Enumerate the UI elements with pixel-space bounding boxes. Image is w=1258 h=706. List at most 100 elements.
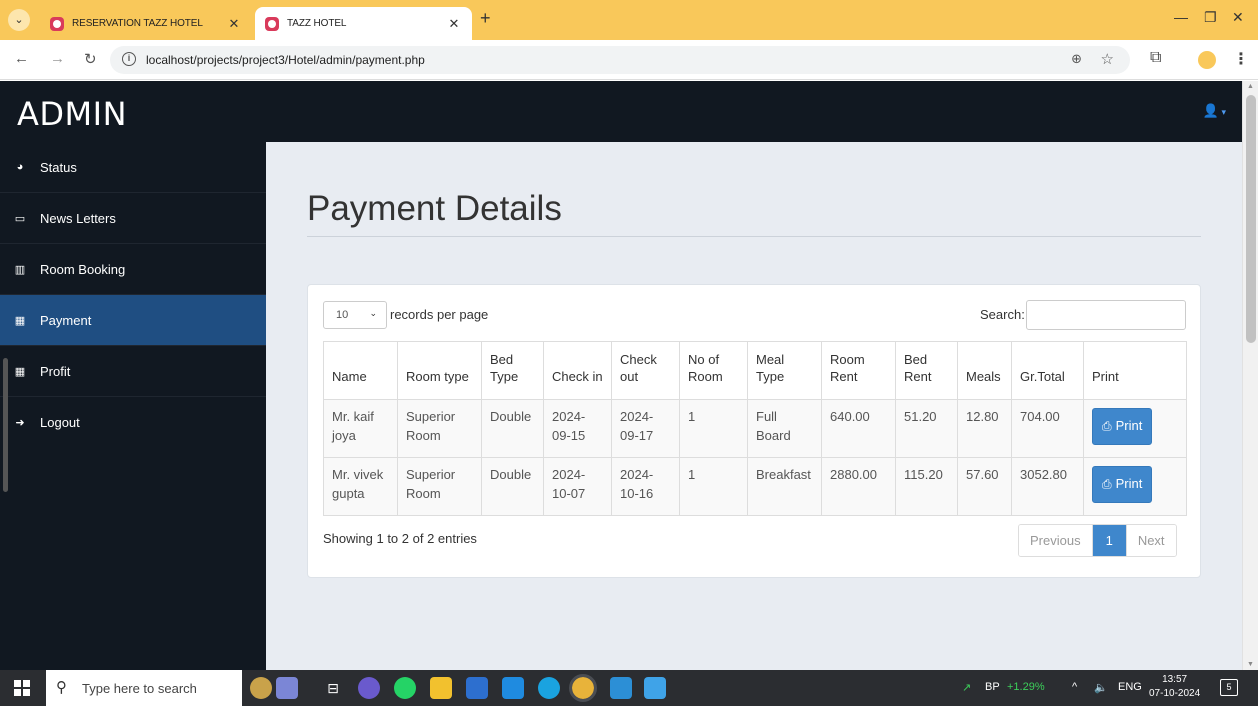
notification-icon[interactable]: 5 [1220,679,1238,696]
close-icon[interactable]: ✕ [226,16,242,32]
cell-check-in: 2024-10-07 [543,457,612,516]
cell-check-in: 2024-09-15 [543,399,612,458]
column-header[interactable]: Meals [957,341,1012,400]
app-icon[interactable] [276,677,298,699]
sidebar-item-room-booking[interactable]: ▥ Room Booking [0,244,266,295]
printer-icon: ⎙ [1102,418,1112,433]
windows-start-icon[interactable] [14,680,30,696]
tab-reservation[interactable]: RESERVATION TAZZ HOTEL ✕ [40,7,252,40]
records-per-page-select[interactable]: 10 ⌄ [323,301,387,329]
user-icon: 👤 [1202,103,1219,118]
brand-title[interactable]: ADMIN [17,95,127,133]
pagination-previous[interactable]: Previous [1019,525,1092,556]
column-header[interactable]: Name [323,341,398,400]
language-indicator[interactable]: ENG [1118,681,1142,693]
column-header[interactable]: Bed Rent [895,341,958,400]
address-bar: ← → ↻ i localhost/projects/project3/Hote… [0,40,1258,80]
sidebar-item-profit[interactable]: ▦ Profit [0,346,266,397]
column-header[interactable]: Bed Type [481,341,544,400]
column-header[interactable]: Check out [611,341,680,400]
cell-print: ⎙ Print [1083,399,1187,458]
sidebar-item-label: Profit [40,363,71,379]
sidebar-resize-handle[interactable] [3,358,8,492]
column-header[interactable]: Room Rent [821,341,896,400]
mail-icon[interactable] [502,677,524,699]
column-header[interactable]: Print [1083,341,1187,400]
cell-check-out: 2024-09-17 [611,399,680,458]
vscode-icon[interactable] [610,677,632,699]
column-header[interactable]: No of Room [679,341,748,400]
edge-icon[interactable] [538,677,560,699]
chrome-icon[interactable] [569,674,597,702]
admin-header: ADMIN 👤 ▾ [0,81,1242,142]
scroll-up-icon[interactable]: ▲ [1247,83,1254,90]
column-header[interactable]: Meal Type [747,341,822,400]
back-icon[interactable]: ← [14,50,29,67]
pagination-next[interactable]: Next [1125,525,1176,556]
whatsapp-icon[interactable] [394,677,416,699]
grid-icon: ▦ [14,314,26,327]
records-per-page-value: 10 [336,309,349,321]
column-header[interactable]: Room type [397,341,482,400]
profile-avatar-icon[interactable] [1198,51,1216,69]
reload-icon[interactable]: ↻ [84,50,97,68]
copilot-icon[interactable] [358,677,380,699]
bar-chart-icon: ▥ [14,263,26,276]
user-menu[interactable]: 👤 ▾ [1203,103,1226,119]
cell-print: ⎙ Print [1083,457,1187,516]
table-row: Mr. kaif joya Superior Room Double 2024-… [323,399,1187,458]
minimize-icon[interactable]: — [1174,9,1188,25]
widget-icon[interactable] [250,677,272,699]
store-icon[interactable] [466,677,488,699]
file-explorer-icon[interactable] [430,677,452,699]
more-menu-icon[interactable]: ⋮ [1233,49,1249,69]
cell-bed-type: Double [481,457,544,516]
stock-symbol[interactable]: BP [985,681,1000,693]
close-icon[interactable]: ✕ [446,16,462,32]
clock[interactable]: 13:57 07-10-2024 [1149,673,1200,701]
sidebar-item-logout[interactable]: ➜ Logout [0,397,266,448]
sidebar-item-status[interactable]: ◕ Status [0,142,266,193]
bookmark-star-icon[interactable]: ☆ [1101,50,1114,68]
main-content: Payment Details 10 ⌄ records per page Se… [266,142,1242,670]
zoom-icon[interactable]: ⊕ [1071,51,1082,67]
tab-tazz-hotel[interactable]: TAZZ HOTEL ✕ [255,7,472,40]
taskbar-search-placeholder: Type here to search [82,681,197,696]
sidebar-item-payment[interactable]: ▦ Payment [0,295,266,346]
print-button[interactable]: ⎙ Print [1092,408,1153,445]
url-text[interactable]: localhost/projects/project3/Hotel/admin/… [146,53,425,67]
stock-change[interactable]: +1.29% [1007,681,1045,693]
sidebar-item-news-letters[interactable]: ▭ News Letters [0,193,266,244]
tray-overflow-icon[interactable]: ^ [1072,681,1077,693]
task-view-icon[interactable]: ⊟ [322,677,344,699]
column-header[interactable]: Gr.Total [1011,341,1084,400]
scroll-down-icon[interactable]: ▼ [1247,661,1254,668]
site-info-icon[interactable]: i [122,52,136,66]
page-scrollbar[interactable]: ▲ ▼ [1242,81,1258,670]
extensions-icon[interactable]: ⧉ [1150,49,1161,67]
print-button[interactable]: ⎙ Print [1092,466,1153,503]
url-omnibox[interactable]: i localhost/projects/project3/Hotel/admi… [110,46,1130,74]
cell-room-type: Superior Room [397,399,482,458]
restore-icon[interactable]: ❐ [1204,9,1217,26]
close-window-icon[interactable]: ✕ [1232,9,1244,26]
new-tab-button[interactable]: + [480,8,491,29]
forward-icon[interactable]: → [50,50,65,67]
cell-rooms: 1 [679,399,748,458]
favicon-icon [50,16,64,31]
sidebar-item-label: News Letters [40,210,116,226]
cell-name: Mr. vivek gupta [323,457,398,516]
scrollbar-thumb[interactable] [1246,95,1256,343]
volume-icon[interactable]: 🔈 [1094,681,1108,694]
search-label: Search: [980,307,1025,322]
search-input[interactable] [1026,300,1186,330]
taskbar-search[interactable]: ⚲ Type here to search [46,670,242,706]
cell-name: Mr. kaif joya [323,399,398,458]
photos-icon[interactable] [644,677,666,699]
tab-search-button[interactable]: ⌄ [8,9,30,31]
payment-panel: 10 ⌄ records per page Search: Name Room … [307,284,1201,578]
column-header[interactable]: Check in [543,341,612,400]
title-divider [307,236,1201,237]
pagination-page[interactable]: 1 [1091,525,1126,556]
page-title: Payment Details [307,189,562,228]
